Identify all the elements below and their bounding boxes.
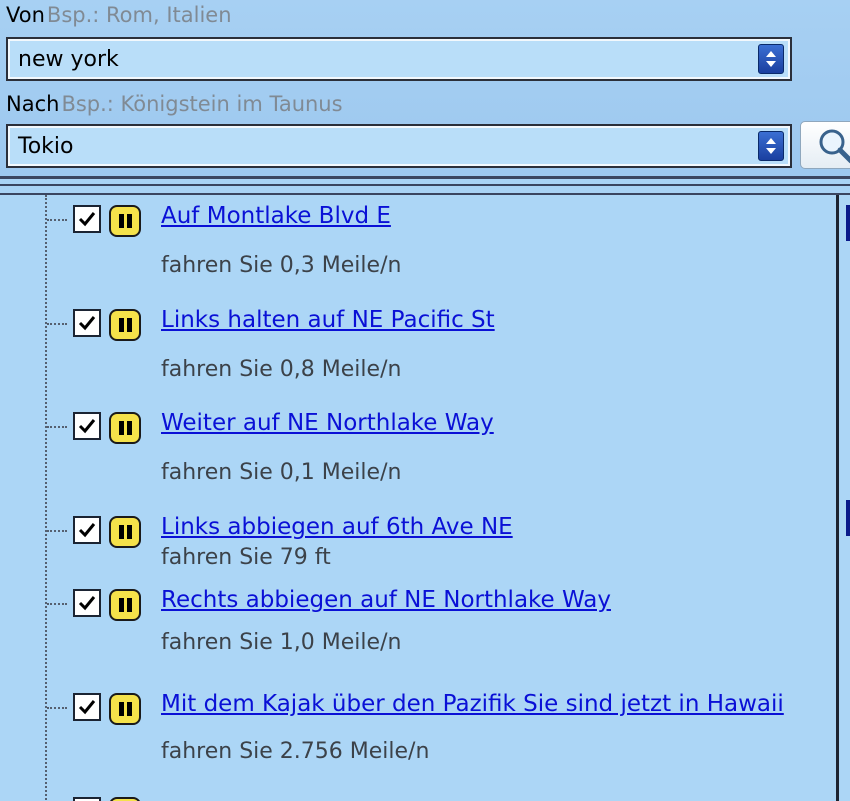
step-checkbox[interactable]	[73, 516, 101, 544]
to-hint: Bsp.: Königstein im Taunus	[61, 92, 343, 116]
to-value: Tokio	[18, 134, 74, 159]
step-link[interactable]: Links halten auf NE Pacific St	[161, 307, 495, 333]
from-label: VonBsp.: Rom, Italien	[6, 3, 232, 27]
tree-connector	[45, 195, 47, 801]
tree-branch	[47, 603, 67, 605]
tree-branch	[47, 530, 67, 532]
tree-branch	[47, 323, 67, 325]
directions-list[interactable]: Auf Montlake Blvd E fahren Sie 0,3 Meile…	[0, 193, 850, 801]
from-hint: Bsp.: Rom, Italien	[46, 3, 232, 27]
step-distance: fahren Sie 0,8 Meile/n	[161, 357, 402, 382]
step-checkbox[interactable]	[73, 589, 101, 617]
to-label-text: Nach	[6, 92, 60, 116]
step-checkbox[interactable]	[73, 309, 101, 337]
pause-icon[interactable]	[109, 693, 141, 725]
pause-icon[interactable]	[109, 516, 141, 548]
step-distance: fahren Sie 0,3 Meile/n	[161, 253, 402, 278]
pause-icon[interactable]	[109, 412, 141, 444]
search-button[interactable]	[800, 121, 850, 169]
pause-icon[interactable]	[109, 797, 141, 801]
tree-branch	[47, 426, 67, 428]
step-link[interactable]: Links abbiegen auf 6th Ave NE	[161, 514, 513, 540]
route-planner-window: VonBsp.: Rom, Italien new york NachBsp.:…	[0, 0, 850, 801]
step-distance: fahren Sie 1,0 Meile/n	[161, 630, 402, 655]
from-combobox[interactable]: new york	[6, 37, 792, 81]
pause-icon[interactable]	[109, 309, 141, 341]
step-link[interactable]: Auf Montlake Blvd E	[161, 203, 391, 229]
tree-branch	[47, 219, 67, 221]
step-checkbox[interactable]	[73, 693, 101, 721]
to-dropdown-button[interactable]	[758, 131, 784, 161]
step-link[interactable]: Rechts abbiegen auf NE Northlake Way	[161, 587, 611, 613]
panel-divider	[0, 176, 850, 179]
step-link[interactable]: Mit dem Kajak über den Pazifik Sie sind …	[161, 691, 784, 717]
list-scrollbar[interactable]	[836, 195, 850, 801]
step-checkbox[interactable]	[73, 412, 101, 440]
scrollbar-marker[interactable]	[846, 500, 850, 536]
pause-icon[interactable]	[109, 205, 141, 237]
from-label-text: Von	[6, 3, 45, 27]
step-checkbox[interactable]	[73, 797, 101, 801]
pause-icon[interactable]	[109, 589, 141, 621]
step-distance: fahren Sie 0,1 Meile/n	[161, 460, 402, 485]
panel-divider-inner	[0, 184, 850, 186]
from-dropdown-button[interactable]	[758, 44, 784, 74]
step-link[interactable]: Weiter auf NE Northlake Way	[161, 410, 494, 436]
to-label: NachBsp.: Königstein im Taunus	[6, 92, 343, 116]
scrollbar-marker[interactable]	[846, 205, 850, 241]
to-combobox[interactable]: Tokio	[6, 124, 792, 168]
step-checkbox[interactable]	[73, 205, 101, 233]
route-search-panel: VonBsp.: Rom, Italien new york NachBsp.:…	[0, 0, 850, 176]
tree-branch	[47, 707, 67, 709]
step-distance: fahren Sie 2.756 Meile/n	[161, 739, 430, 764]
step-distance: fahren Sie 79 ft	[161, 545, 331, 570]
from-value: new york	[18, 47, 119, 72]
